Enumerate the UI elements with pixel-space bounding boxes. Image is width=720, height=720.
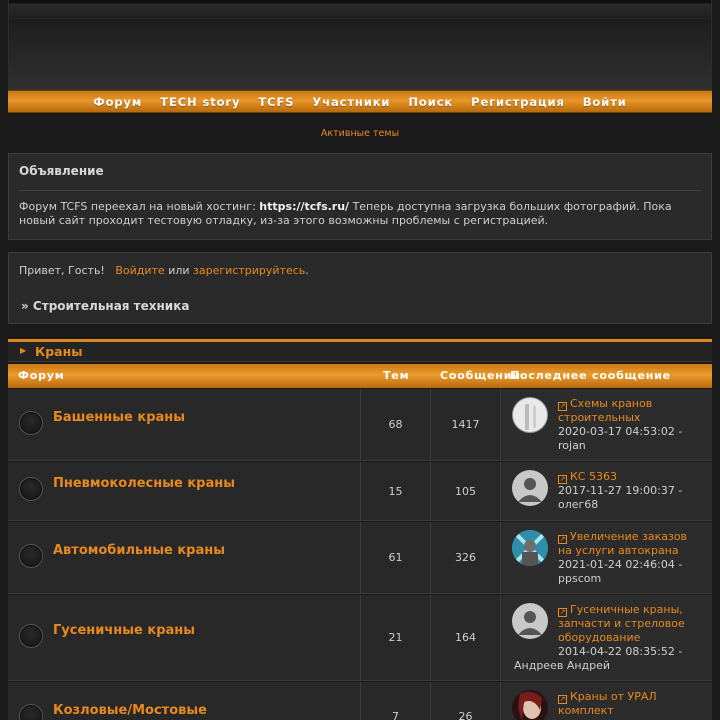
last-post-topic-link[interactable]: Схемы кранов строительных <box>558 397 652 424</box>
last-post-author[interactable]: ppscom <box>558 572 601 585</box>
nav-tech-story[interactable]: TECH story <box>160 95 240 109</box>
greeting-line: Привет, Гость! Войдите или зарегистрируй… <box>19 264 309 277</box>
posts-count: 164 <box>455 631 476 644</box>
expand-arrow-icon[interactable]: ▶ <box>20 346 26 355</box>
last-post-author[interactable]: rojan <box>558 439 586 452</box>
last-post-topic-link[interactable]: Гусеничные краны, запчасти и стреловое о… <box>558 603 685 644</box>
posts-count: 1417 <box>451 418 480 431</box>
forum-link[interactable]: Козловые/Мостовые <box>53 703 207 718</box>
topics-count: 68 <box>388 418 403 431</box>
last-post-author[interactable]: Андреев Андрей <box>514 659 704 672</box>
goto-post-icon[interactable]: ↗ <box>558 535 567 544</box>
greeting-login-link[interactable]: Войдите <box>115 264 164 277</box>
last-post-info: ↗ Увеличение заказов на услуги автокрана … <box>558 530 704 586</box>
header-topics: Тем <box>383 369 410 382</box>
forum-row: Гусеничные краны 21 164 ↗ Гусеничные кран… <box>8 595 712 681</box>
last-post-date: 2020-03-17 04:53:02 - <box>558 425 683 438</box>
forum-status-icon <box>19 411 43 435</box>
forum-status-icon <box>19 624 43 648</box>
last-post-topic-link[interactable]: Краны от УРАЛ комплект <box>558 690 657 717</box>
forum-status-icon <box>19 477 43 501</box>
forum-link[interactable]: Башенные краны <box>53 410 185 425</box>
active-topics-link[interactable]: Активные темы <box>0 128 720 139</box>
forum-table-header: Форум Тем Сообщений Последнее сообщение <box>8 364 712 388</box>
last-post-topic-link[interactable]: Увеличение заказов на услуги автокрана <box>558 530 687 557</box>
forum-row: Башенные краны 68 1417 ↗ Схемы кранов стр… <box>8 389 712 461</box>
greeting-hello: Привет, Гость! <box>19 264 105 277</box>
nav-login[interactable]: Войти <box>583 95 627 109</box>
forum-status-icon <box>19 544 43 568</box>
topics-count: 21 <box>388 631 403 644</box>
greeting-or: или <box>168 264 190 277</box>
topics-count: 15 <box>388 484 403 498</box>
last-post-date: 2021-01-24 02:46:04 - <box>558 558 683 571</box>
announcement-title: Объявление <box>19 164 104 178</box>
goto-post-icon[interactable]: ↗ <box>558 402 567 411</box>
avatar[interactable] <box>512 690 548 720</box>
last-post-date: 2017-11-27 19:00:37 - <box>558 484 683 497</box>
header-last-post: Последнее сообщение <box>510 369 671 382</box>
goto-post-icon[interactable]: ↗ <box>558 608 567 617</box>
last-post-topic-link[interactable]: КС 5363 <box>570 470 617 483</box>
nav-members[interactable]: Участники <box>312 95 390 109</box>
last-post-date: 2014-04-22 08:35:52 - <box>558 645 683 658</box>
nav-search[interactable]: Поиск <box>408 95 453 109</box>
last-post-author[interactable]: олег68 <box>558 498 598 511</box>
nav-register[interactable]: Регистрация <box>471 95 565 109</box>
greeting-panel: Привет, Гость! Войдите или зарегистрируй… <box>8 252 712 324</box>
topics-count: 61 <box>388 551 403 564</box>
forum-link[interactable]: Автомобильные краны <box>53 543 225 558</box>
last-post-info: ↗ Схемы кранов строительных 2020-03-17 04… <box>558 397 704 453</box>
breadcrumb[interactable]: » Строительная техника <box>21 299 189 313</box>
goto-post-icon[interactable]: ↗ <box>558 475 567 484</box>
goto-post-icon[interactable]: ↗ <box>558 695 567 704</box>
nav-tcfs[interactable]: TCFS <box>258 95 294 109</box>
category-title[interactable]: Краны <box>35 344 83 359</box>
avatar[interactable] <box>512 603 548 639</box>
avatar[interactable] <box>512 530 548 566</box>
announcement-text: Форум TCFS переехал на новый хостинг: ht… <box>19 200 681 228</box>
forum-row: Козловые/Мостовые 7 26 ↗ Краны от УРАЛ ко… <box>8 682 712 720</box>
posts-count: 105 <box>455 484 476 498</box>
announcement-panel: Объявление Форум TCFS переехал на новый … <box>8 153 712 240</box>
site-header-banner <box>8 0 712 90</box>
topics-count: 7 <box>392 710 399 720</box>
forum-status-icon <box>19 704 43 720</box>
greeting-period: . <box>305 264 309 277</box>
posts-count: 326 <box>455 551 476 564</box>
forum-row: Пневмоколесные краны 15 105 ↗ КС 5363 201… <box>8 462 712 521</box>
forum-link[interactable]: Пневмоколесные краны <box>53 476 235 491</box>
announcement-divider <box>19 190 701 191</box>
announcement-text-before: Форум TCFS переехал на новый хостинг: <box>19 200 260 213</box>
header-forum: Форум <box>18 369 65 382</box>
greeting-register-link[interactable]: зарегистрируйтесь <box>193 264 305 277</box>
last-post-info: ↗ Гусеничные краны, запчасти и стреловое … <box>558 603 704 659</box>
last-post-info: ↗ КС 5363 2017-11-27 19:00:37 - олег68 <box>558 470 704 512</box>
forum-link[interactable]: Гусеничные краны <box>53 623 195 638</box>
posts-count: 26 <box>458 710 473 720</box>
avatar[interactable] <box>512 397 548 433</box>
header-posts: Сообщений <box>440 369 521 382</box>
category-header[interactable]: ▶ Краны <box>8 339 712 362</box>
header-divider <box>9 18 711 19</box>
nav-forum[interactable]: Форум <box>93 95 142 109</box>
announcement-link[interactable]: https://tcfs.ru/ <box>259 200 349 213</box>
forum-row: Автомобильные краны 61 326 ↗ Увеличение з… <box>8 522 712 594</box>
main-nav: Форум TECH story TCFS Участники Поиск Ре… <box>8 90 712 113</box>
avatar[interactable] <box>512 470 548 506</box>
last-post-info: ↗ Краны от УРАЛ комплект <box>558 690 704 718</box>
